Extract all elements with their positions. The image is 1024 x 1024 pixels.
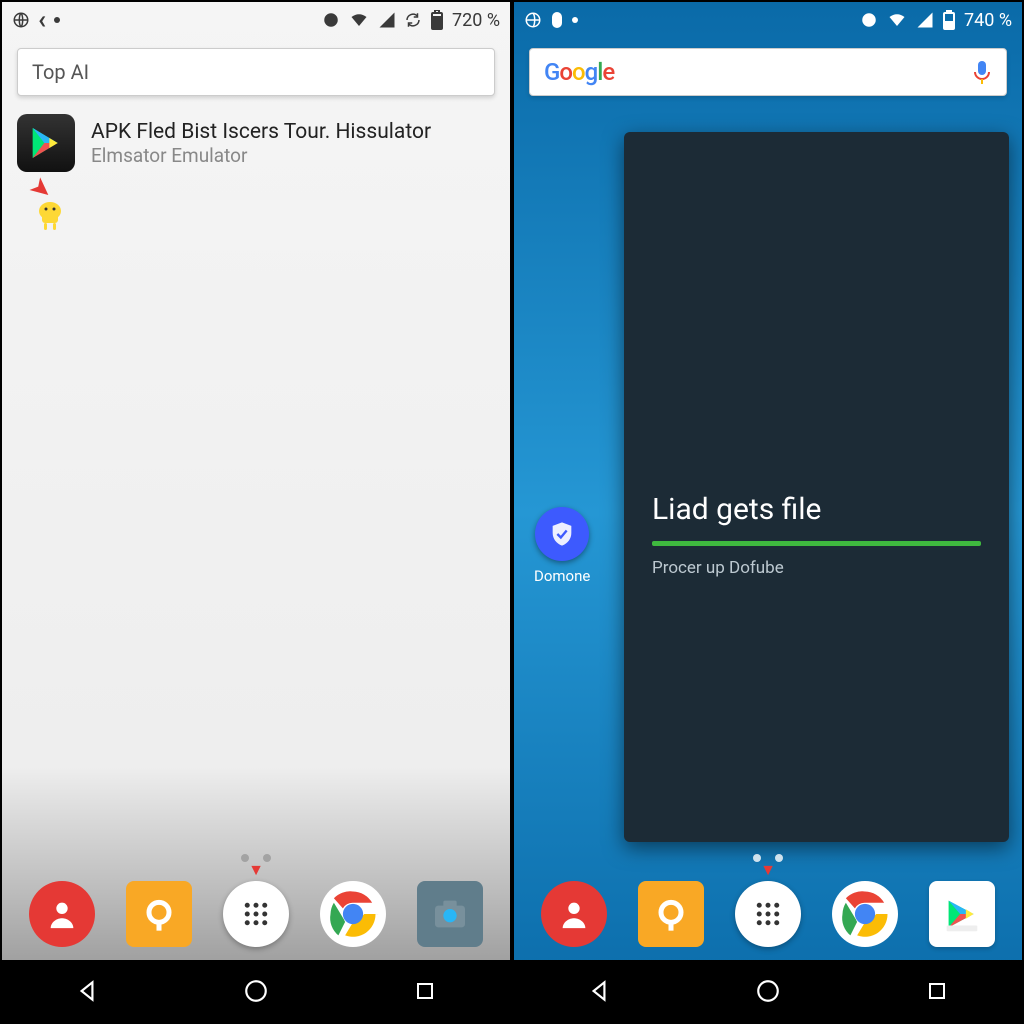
status-bar: 740 %	[514, 2, 1022, 38]
battery-text: 740 %	[964, 10, 1012, 31]
status-dot-icon	[572, 17, 578, 23]
google-search-bar[interactable]: Google	[529, 48, 1007, 96]
mouse-icon	[550, 11, 564, 29]
app-subtitle: Elmsator Emulator	[91, 144, 431, 167]
loading-panel: Liad gets file Procer up Dofube	[624, 132, 1009, 842]
shield-check-icon	[535, 507, 589, 561]
dock-contacts-icon[interactable]	[541, 881, 607, 947]
battery-icon	[942, 10, 956, 30]
search-placeholder: Top AI	[32, 60, 89, 84]
signal-icon	[916, 11, 934, 29]
nav-home-icon[interactable]	[241, 976, 271, 1006]
nav-back-icon[interactable]	[584, 976, 614, 1006]
emulator-screen-left: ‹ 720 % Top AI	[0, 0, 512, 1024]
dock	[2, 868, 510, 960]
battery-text: 720 %	[452, 10, 500, 31]
signal-icon	[378, 11, 396, 29]
mic-icon[interactable]	[972, 59, 992, 85]
progress-bar	[652, 541, 981, 546]
back-chevron-icon[interactable]: ‹	[38, 5, 46, 35]
globe-icon	[524, 11, 542, 29]
sync-icon	[322, 11, 340, 29]
dock-loop-icon[interactable]	[126, 881, 192, 947]
sync-icon	[860, 11, 878, 29]
panel-title: Liad gets file	[652, 492, 981, 527]
home-app-domone[interactable]: Domone	[534, 507, 590, 585]
dock-app-drawer-icon[interactable]	[223, 881, 289, 947]
wifi-icon	[886, 11, 908, 29]
android-nav-bar	[514, 960, 1022, 1022]
nav-home-icon[interactable]	[753, 976, 783, 1006]
dock	[514, 868, 1022, 960]
dock-playstore-icon[interactable]	[929, 881, 995, 947]
status-bar: ‹ 720 %	[2, 2, 510, 38]
nav-back-icon[interactable]	[72, 976, 102, 1006]
dock-app-drawer-icon[interactable]	[735, 881, 801, 947]
nav-recents-icon[interactable]	[410, 976, 440, 1006]
status-dot-icon	[54, 17, 60, 23]
wifi-icon	[348, 11, 370, 29]
dock-loop-icon[interactable]	[638, 881, 704, 947]
emulator-screen-right: 740 % Google Domone Liad gets file Proce…	[512, 0, 1024, 1024]
search-input[interactable]: Top AI	[17, 48, 495, 96]
dock-contacts-icon[interactable]	[29, 881, 95, 947]
app-title: APK Fled Bist Iscers Tour. Hissulator	[91, 120, 431, 144]
globe-icon	[12, 11, 30, 29]
home-app-label: Domone	[534, 567, 590, 585]
battery-icon	[430, 10, 444, 30]
dock-chrome-icon[interactable]	[832, 881, 898, 947]
nav-recents-icon[interactable]	[922, 976, 952, 1006]
dock-chrome-icon[interactable]	[320, 881, 386, 947]
google-logo: Google	[544, 58, 614, 86]
dock-camera-icon[interactable]	[417, 881, 483, 947]
refresh-icon	[404, 11, 422, 29]
panel-subtitle: Procer up Dofube	[652, 558, 981, 578]
android-robot-icon	[32, 197, 68, 233]
android-nav-bar	[2, 960, 510, 1022]
play-store-icon	[17, 114, 75, 172]
app-result-row[interactable]: APK Fled Bist Iscers Tour. Hissulator El…	[2, 96, 510, 182]
